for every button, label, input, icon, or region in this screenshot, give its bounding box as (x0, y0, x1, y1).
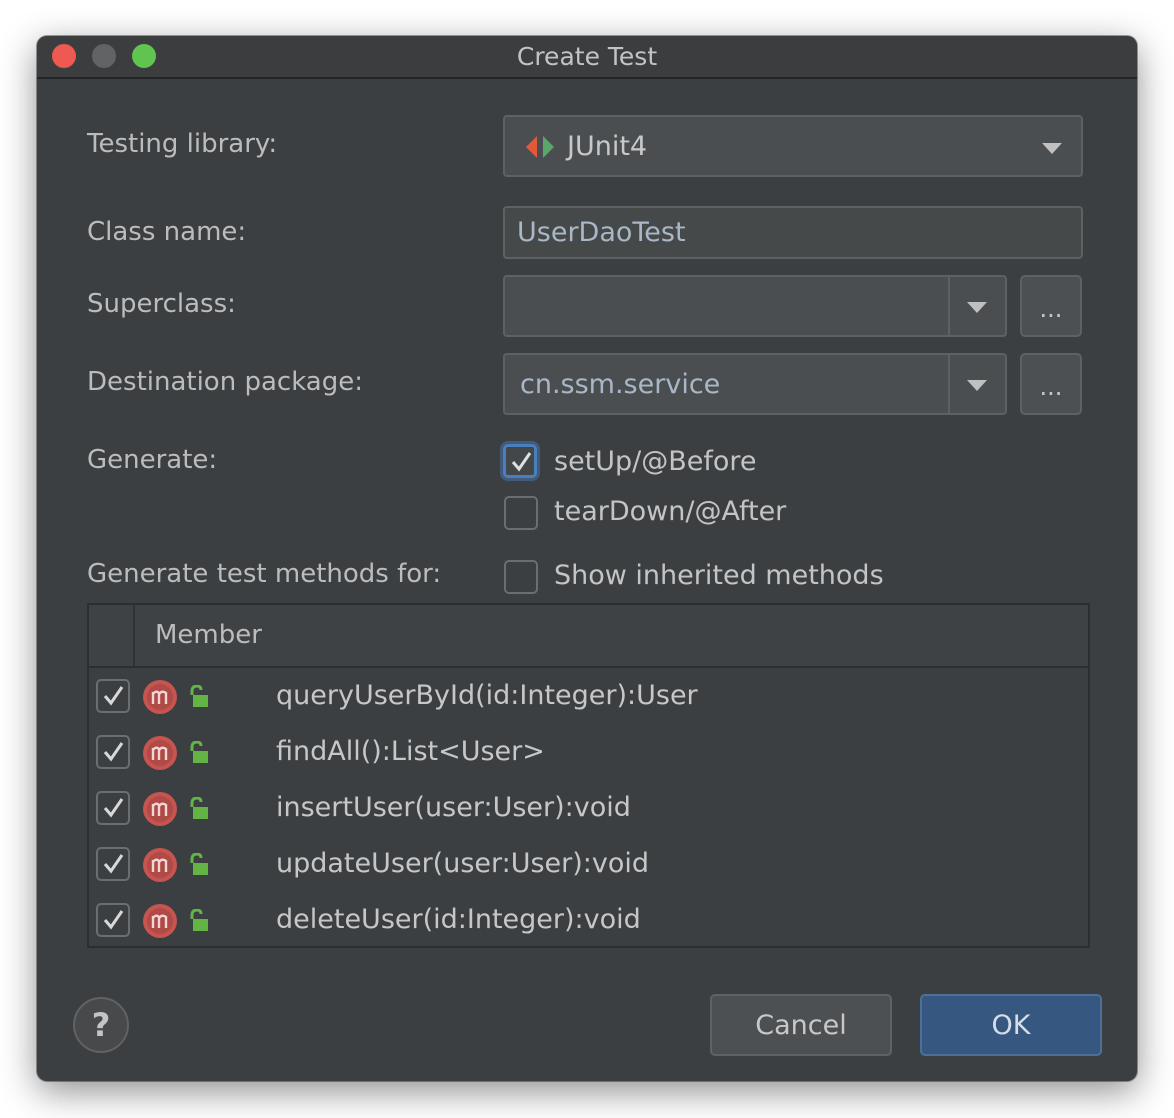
members-table: Member queryUserById(id:Integer):User fin… (87, 603, 1090, 948)
testing-library-label: Testing library: (87, 129, 278, 159)
class-name-input[interactable]: UserDaoTest (503, 206, 1083, 259)
combobox-separator (948, 355, 950, 413)
member-signature: updateUser(user:User):void (276, 848, 650, 879)
destination-package-combobox[interactable]: cn.ssm.service (503, 353, 1007, 415)
member-checkbox[interactable] (96, 791, 130, 825)
combobox-separator (948, 277, 950, 335)
title-bar: Create Test (37, 36, 1137, 79)
destination-package-label: Destination package: (87, 367, 363, 397)
member-checkbox[interactable] (96, 735, 130, 769)
member-checkbox[interactable] (96, 903, 130, 937)
member-signature: insertUser(user:User):void (276, 792, 631, 823)
superclass-label: Superclass: (87, 289, 236, 319)
member-column-header[interactable]: Member (155, 620, 262, 650)
public-lock-icon (190, 853, 208, 875)
member-signature: findAll():List<User> (276, 736, 545, 767)
testing-library-value: JUnit4 (567, 130, 648, 162)
method-icon (143, 736, 177, 770)
member-checkbox[interactable] (96, 847, 130, 881)
generate-methods-label: Generate test methods for: (87, 559, 442, 589)
class-name-label: Class name: (87, 217, 247, 247)
method-icon (143, 680, 177, 714)
teardown-after-checkbox[interactable] (504, 496, 538, 530)
checkmark-icon (103, 798, 124, 818)
table-row[interactable]: updateUser(user:User):void (89, 837, 1088, 893)
superclass-combobox[interactable] (503, 275, 1007, 337)
setup-before-checkbox[interactable] (503, 444, 537, 478)
checkmark-icon (103, 686, 124, 706)
method-icon (143, 792, 177, 826)
public-lock-icon (190, 909, 208, 931)
member-signature: deleteUser(id:Integer):void (276, 904, 641, 935)
ok-button[interactable]: OK (920, 994, 1102, 1056)
create-test-dialog: Create Test Testing library: JUnit4 Clas… (37, 36, 1137, 1081)
superclass-browse-button[interactable]: ... (1020, 275, 1082, 337)
header-separator (133, 605, 135, 666)
junit-icon (526, 136, 554, 158)
show-inherited-label[interactable]: Show inherited methods (554, 560, 884, 591)
public-lock-icon (190, 685, 208, 707)
public-lock-icon (190, 741, 208, 763)
teardown-after-label[interactable]: tearDown/@After (554, 496, 786, 527)
help-button[interactable]: ? (73, 997, 129, 1053)
table-row[interactable]: insertUser(user:User):void (89, 781, 1088, 837)
checkmark-icon (103, 742, 124, 762)
chevron-down-icon[interactable] (967, 380, 987, 391)
class-name-value: UserDaoTest (517, 217, 686, 248)
testing-library-dropdown[interactable]: JUnit4 (503, 115, 1083, 177)
setup-before-label[interactable]: setUp/@Before (554, 446, 757, 477)
public-lock-icon (190, 797, 208, 819)
table-row[interactable]: queryUserById(id:Integer):User (89, 669, 1088, 725)
chevron-down-icon (1042, 143, 1062, 154)
member-signature: queryUserById(id:Integer):User (276, 680, 698, 711)
destination-package-browse-button[interactable]: ... (1020, 353, 1082, 415)
table-row[interactable]: findAll():List<User> (89, 725, 1088, 781)
member-checkbox[interactable] (96, 679, 130, 713)
checkmark-icon (103, 854, 124, 874)
destination-package-value: cn.ssm.service (520, 368, 721, 400)
generate-label: Generate: (87, 445, 218, 475)
table-header: Member (89, 605, 1088, 668)
table-row[interactable]: deleteUser(id:Integer):void (89, 893, 1088, 949)
checkmark-icon (103, 910, 124, 930)
show-inherited-checkbox[interactable] (504, 560, 538, 594)
checkmark-icon (511, 452, 532, 472)
method-icon (143, 848, 177, 882)
cancel-button[interactable]: Cancel (710, 994, 892, 1056)
chevron-down-icon[interactable] (967, 302, 987, 313)
method-icon (143, 904, 177, 938)
dialog-title: Create Test (516, 42, 658, 71)
